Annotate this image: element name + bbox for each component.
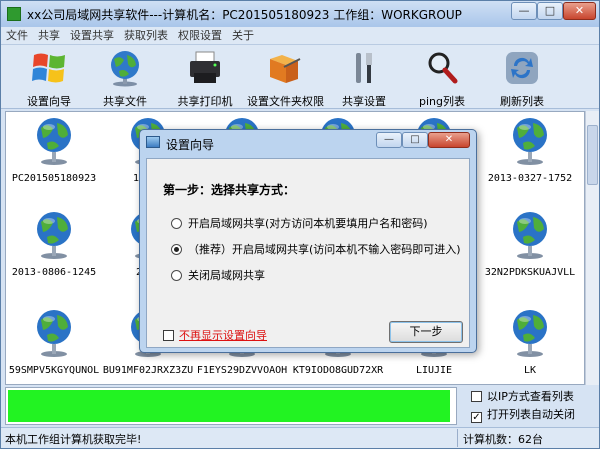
- computer-item[interactable]: 2013-0806-1245: [6, 210, 102, 278]
- title-bar: xx公司局域网共享软件---计算机名：PC201505180923 工作组：WO…: [1, 1, 599, 27]
- checkbox-auto-close[interactable]: ✓: [471, 412, 482, 423]
- menu-share-settings[interactable]: 设置共享: [65, 27, 119, 45]
- option-label: 打开列表自动关闭: [487, 408, 575, 421]
- computer-name: F1EYS29DZVVOAOH: [196, 365, 288, 376]
- toolbar-wizard-button[interactable]: 设置向导: [21, 49, 77, 109]
- computer-globe-icon: [37, 118, 71, 165]
- computer-name: BU91MF02JRXZ3ZU: [102, 365, 194, 376]
- toolbar-label: ping列表: [419, 95, 465, 108]
- computer-item[interactable]: LK: [482, 308, 578, 376]
- main-window: xx公司局域网共享软件---计算机名：PC201505180923 工作组：WO…: [0, 0, 600, 449]
- checkbox-dont-show-again[interactable]: [163, 330, 174, 341]
- progress-bar: [5, 387, 457, 425]
- checkbox-view-by-ip[interactable]: [471, 391, 482, 402]
- menu-about[interactable]: 关于: [227, 27, 259, 45]
- setup-wizard-dialog: 设置向导 — □ ✕ 第一步：选择共享方式： 开启局域网共享(对方访问本机要填用…: [139, 129, 477, 353]
- toolbar-label: 共享设置: [342, 95, 386, 108]
- toolbar-share-settings-button[interactable]: 共享设置: [337, 49, 391, 109]
- toolbar-label: 共享打印机: [177, 95, 233, 108]
- radio-share-with-password[interactable]: 开启局域网共享(对方访问本机要填用户名和密码): [171, 215, 428, 231]
- app-icon: [7, 7, 21, 21]
- options-panel: 以IP方式查看列表 ✓ 打开列表自动关闭: [471, 389, 599, 425]
- computer-name: 59SMPV5KGYQUNOL: [8, 365, 100, 376]
- menu-bar: 文件 共享 设置共享 获取列表 权限设置 关于: [1, 27, 599, 45]
- toolbar-label: 共享文件: [103, 95, 147, 108]
- status-message: 本机工作组计算机获取完毕!: [5, 433, 142, 446]
- toolbar-folder-permission-button[interactable]: 设置文件夹权限: [247, 49, 324, 109]
- progress-fill: [8, 390, 450, 422]
- dialog-minimize-button[interactable]: —: [376, 132, 402, 148]
- dont-show-again-option[interactable]: 不再显示设置向导: [163, 327, 267, 343]
- computer-item[interactable]: 59SMPV5KGYQUNOL: [6, 308, 102, 376]
- option-view-by-ip[interactable]: 以IP方式查看列表: [471, 389, 599, 407]
- toolbar: 设置向导 共享文件 共享打印机 设置文件夹权限 共享设置 ping列表 刷新列表: [1, 45, 599, 109]
- radio-label: 开启局域网共享(对方访问本机要填用户名和密码): [188, 217, 428, 230]
- computer-name: 2013-0327-1752: [487, 173, 573, 184]
- dialog-title-bar: 设置向导 — □ ✕: [140, 130, 476, 156]
- computer-globe-icon: [513, 310, 547, 357]
- radio-label: 关闭局域网共享: [188, 269, 265, 282]
- status-bar: 本机工作组计算机获取完毕! 计算机数：62台: [1, 427, 599, 448]
- printer-icon: [190, 51, 220, 83]
- radio-disable-share[interactable]: 关闭局域网共享: [171, 267, 265, 283]
- computer-name: PC201505180923: [11, 173, 97, 184]
- computer-globe-icon: [513, 118, 547, 165]
- option-auto-close[interactable]: ✓ 打开列表自动关闭: [471, 407, 599, 425]
- toolbar-ping-list-button[interactable]: ping列表: [415, 49, 469, 109]
- window-title: xx公司局域网共享软件---计算机名：PC201505180923 工作组：WO…: [27, 8, 462, 22]
- dialog-icon: [146, 136, 160, 148]
- magnifier-icon: [428, 52, 458, 84]
- toolbar-label: 刷新列表: [500, 95, 544, 108]
- dialog-maximize-button[interactable]: □: [402, 132, 428, 148]
- radio-button-selected[interactable]: [171, 244, 182, 255]
- menu-file[interactable]: 文件: [1, 27, 33, 45]
- minimize-button[interactable]: —: [511, 2, 537, 20]
- status-divider: [457, 429, 458, 447]
- folder-key-icon: [270, 55, 301, 83]
- computer-globe-icon: [513, 212, 547, 259]
- radio-share-no-password[interactable]: （推荐）开启局域网共享(访问本机不输入密码即可进入): [171, 241, 461, 257]
- close-button[interactable]: ✕: [563, 2, 596, 20]
- refresh-icon: [506, 52, 538, 84]
- computer-name: 2013-0806-1245: [11, 267, 97, 278]
- computer-globe-icon: [37, 310, 71, 357]
- maximize-button[interactable]: □: [537, 2, 563, 20]
- dialog-body: 第一步：选择共享方式： 开启局域网共享(对方访问本机要填用户名和密码) （推荐）…: [146, 158, 470, 348]
- dialog-title: 设置向导: [166, 138, 215, 152]
- radio-label: （推荐）开启局域网共享(访问本机不输入密码即可进入): [188, 243, 461, 256]
- menu-permissions[interactable]: 权限设置: [173, 27, 227, 45]
- toolbar-label: 设置文件夹权限: [247, 95, 324, 108]
- toolbar-refresh-list-button[interactable]: 刷新列表: [495, 49, 549, 109]
- tools-icon: [356, 53, 372, 83]
- radio-button[interactable]: [171, 270, 182, 281]
- computer-item[interactable]: 2013-0327-1752: [482, 116, 578, 184]
- computer-item[interactable]: 32N2PDKSKUAJVLL: [482, 210, 578, 278]
- next-step-button[interactable]: 下一步: [389, 321, 463, 343]
- computer-item[interactable]: PC201505180923: [6, 116, 102, 184]
- radio-button[interactable]: [171, 218, 182, 229]
- globe-icon: [111, 51, 139, 87]
- toolbar-share-printer-button[interactable]: 共享打印机: [173, 49, 237, 109]
- dont-show-again-label: 不再显示设置向导: [179, 329, 267, 342]
- dialog-close-button[interactable]: ✕: [428, 132, 470, 148]
- scrollbar-thumb[interactable]: [587, 125, 598, 185]
- menu-share[interactable]: 共享: [33, 27, 65, 45]
- computer-name: LK: [523, 365, 537, 376]
- computer-count: 计算机数：62台: [463, 433, 543, 446]
- computer-name: KT9IODO8GUD72XR: [292, 365, 384, 376]
- computer-globe-icon: [37, 212, 71, 259]
- vertical-scrollbar[interactable]: [585, 111, 599, 385]
- computer-name: LIUJIE: [415, 365, 453, 376]
- option-label: 以IP方式查看列表: [487, 390, 574, 403]
- menu-get-list[interactable]: 获取列表: [119, 27, 173, 45]
- computer-name: 32N2PDKSKUAJVLL: [484, 267, 576, 278]
- windows-flag-icon: [32, 53, 65, 83]
- toolbar-share-files-button[interactable]: 共享文件: [97, 49, 153, 109]
- step-label: 第一步：选择共享方式：: [163, 183, 296, 197]
- toolbar-label: 设置向导: [27, 95, 71, 108]
